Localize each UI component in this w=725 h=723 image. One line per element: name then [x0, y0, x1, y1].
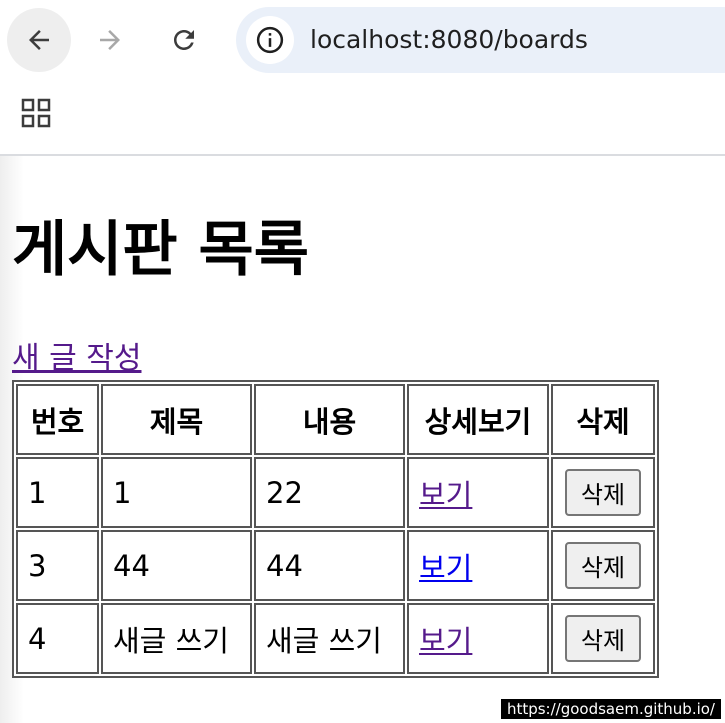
url-text[interactable]: localhost:8080/boards: [310, 7, 588, 73]
page-content: 게시판 목록 새 글 작성 번호 제목 내용 상세보기 삭제 1 1 22 보기…: [0, 156, 725, 723]
delete-button[interactable]: 삭제: [564, 542, 642, 589]
table-row: 1 1 22 보기 삭제: [16, 457, 655, 528]
address-bar[interactable]: localhost:8080/boards: [236, 7, 725, 73]
delete-button[interactable]: 삭제: [564, 469, 642, 516]
header-title: 제목: [101, 384, 252, 455]
info-icon: [256, 26, 284, 54]
watermark-label: https://goodsaem.github.io/: [500, 699, 721, 719]
cell-content: 22: [254, 457, 405, 528]
table-row: 4 새글 쓰기 새글 쓰기 보기 삭제: [16, 603, 655, 674]
delete-button[interactable]: 삭제: [564, 615, 642, 662]
forward-button[interactable]: [78, 8, 142, 72]
view-link[interactable]: 보기: [419, 551, 472, 585]
cell-num: 3: [16, 530, 99, 601]
cell-detail: 보기: [407, 457, 549, 528]
cell-title: 1: [101, 457, 252, 528]
browser-toolbar: localhost:8080/boards: [0, 0, 725, 80]
cell-content: 새글 쓰기: [254, 603, 405, 674]
page-title: 게시판 목록: [12, 215, 309, 285]
view-link[interactable]: 보기: [419, 624, 472, 658]
bookmarks-bar: [0, 80, 725, 156]
arrow-left-icon: [29, 30, 49, 50]
cell-title: 44: [101, 530, 252, 601]
board-table: 번호 제목 내용 상세보기 삭제 1 1 22 보기 삭제 3 44 44 보기…: [12, 380, 659, 678]
header-num: 번호: [16, 384, 99, 455]
back-button[interactable]: [7, 8, 71, 72]
cell-detail: 보기: [407, 603, 549, 674]
cell-num: 1: [16, 457, 99, 528]
reload-button[interactable]: [152, 8, 216, 72]
new-post-link[interactable]: 새 글 작성: [12, 339, 141, 379]
cell-delete: 삭제: [551, 530, 655, 601]
cell-num: 4: [16, 603, 99, 674]
cell-title: 새글 쓰기: [101, 603, 252, 674]
view-link[interactable]: 보기: [419, 478, 472, 512]
header-detail: 상세보기: [407, 384, 549, 455]
table-row: 3 44 44 보기 삭제: [16, 530, 655, 601]
reload-icon: [174, 30, 194, 50]
cell-content: 44: [254, 530, 405, 601]
apps-grid-icon[interactable]: [21, 98, 51, 128]
table-header-row: 번호 제목 내용 상세보기 삭제: [16, 384, 655, 455]
cell-delete: 삭제: [551, 603, 655, 674]
cell-detail: 보기: [407, 530, 549, 601]
arrow-right-icon: [100, 30, 120, 50]
header-delete: 삭제: [551, 384, 655, 455]
site-info-button[interactable]: [246, 16, 294, 64]
cell-delete: 삭제: [551, 457, 655, 528]
header-content: 내용: [254, 384, 405, 455]
